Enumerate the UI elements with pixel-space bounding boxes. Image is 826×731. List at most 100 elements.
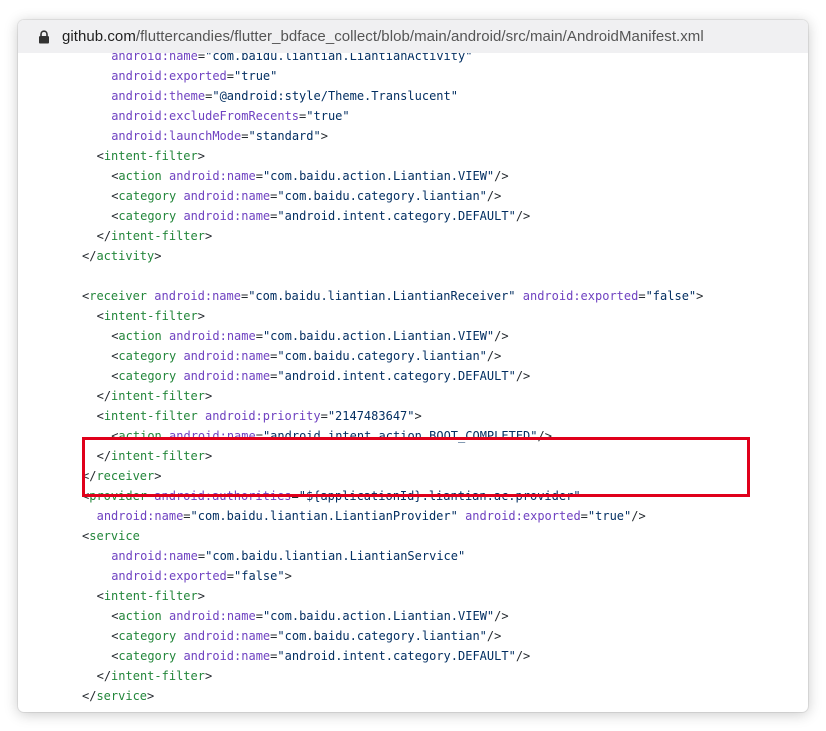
punctuation: /> [486, 349, 502, 363]
code-line: android:launchMode="standard"> [18, 126, 703, 146]
attribute-name: android:name [154, 289, 241, 303]
code-line: <action android:name="android.intent.act… [18, 426, 703, 446]
punctuation: </ [96, 389, 112, 403]
code-line: <category android:name="android.intent.c… [18, 366, 703, 386]
code-line: <intent-filter> [18, 306, 703, 326]
attribute-name: android:name [111, 549, 198, 563]
code-line: </service> [18, 686, 703, 706]
punctuation: > [197, 309, 205, 323]
tag-name: activity [96, 249, 155, 263]
address-bar[interactable]: github.com/fluttercandies/flutter_bdface… [18, 20, 808, 53]
code-line: <action android:name="com.baidu.action.L… [18, 606, 703, 626]
attribute-name: android:name [169, 429, 256, 443]
tag-name: category [118, 189, 177, 203]
lock-icon [39, 30, 49, 44]
attribute-name: android:name [183, 349, 271, 363]
attribute-name: android:name [183, 369, 271, 383]
tag-name: action [118, 429, 162, 443]
attribute-name: android:exported [522, 289, 639, 303]
tag-name: category [118, 649, 177, 663]
attribute-name: android:exported [111, 569, 227, 583]
code-line: </intent-filter> [18, 226, 703, 246]
attribute-value: "true" [234, 69, 278, 83]
code-line: <intent-filter android:priority="2147483… [18, 406, 703, 426]
attribute-value: "standard" [248, 129, 321, 143]
attribute-name: android:exported [465, 509, 581, 523]
attribute-name: android:authorities [154, 489, 292, 503]
attribute-name: android:name [169, 609, 256, 623]
attribute-value: "com.baidu.action.Liantian.VIEW" [262, 609, 495, 623]
code-line: <category android:name="android.intent.c… [18, 646, 703, 666]
punctuation: < [96, 309, 104, 323]
code-line: <receiver android:name="com.baidu.lianti… [18, 286, 703, 306]
code-line: <category android:name="com.baidu.catego… [18, 346, 703, 366]
attribute-value: "com.baidu.action.Liantian.VIEW" [262, 329, 495, 343]
tag-name: action [118, 169, 162, 183]
url-path: /fluttercandies/flutter_bdface_collect/b… [135, 28, 704, 45]
attribute-name: android:name [96, 509, 184, 523]
punctuation: = [226, 569, 235, 583]
punctuation: = [226, 69, 235, 83]
punctuation: /> [486, 629, 502, 643]
punctuation: = [291, 489, 299, 503]
tag-name: intent-filter [111, 229, 205, 243]
punctuation: = [255, 429, 263, 443]
tag-name: category [118, 209, 177, 223]
attribute-value: "com.baidu.liantian.LiantianReceiver" [248, 289, 516, 303]
punctuation: = [638, 289, 646, 303]
url-host: github.com [62, 28, 136, 45]
tag-name: intent-filter [111, 449, 205, 463]
tag-name: intent-filter [103, 149, 198, 163]
code-line: </intent-filter> [18, 446, 703, 466]
punctuation: > [204, 389, 213, 403]
attribute-name: android:name [183, 189, 271, 203]
tag-name: receiver [96, 469, 155, 483]
attribute-value: "com.baidu.liantian.LiantianService" [205, 549, 466, 563]
punctuation [162, 169, 169, 183]
punctuation: > [197, 149, 205, 163]
code-line: android:name="com.baidu.liantian.Liantia… [18, 53, 703, 66]
punctuation: = [580, 509, 588, 523]
punctuation [162, 609, 169, 623]
punctuation: </ [82, 469, 97, 483]
punctuation: > [154, 469, 162, 483]
punctuation [162, 429, 169, 443]
punctuation: > [204, 229, 213, 243]
tag-name: receiver [89, 289, 148, 303]
browser-window: github.com/fluttercandies/flutter_bdface… [18, 20, 808, 712]
punctuation: /> [486, 189, 502, 203]
code-line: <service [18, 526, 703, 546]
punctuation: > [154, 249, 162, 263]
code-line: <action android:name="com.baidu.action.L… [18, 166, 703, 186]
attribute-name: android:priority [204, 409, 321, 423]
punctuation: < [96, 409, 104, 423]
punctuation: > [197, 589, 205, 603]
tag-name: intent-filter [111, 389, 205, 403]
attribute-name: android:name [111, 53, 198, 63]
url-text[interactable]: github.com/fluttercandies/flutter_bdface… [62, 28, 704, 45]
attribute-name: android:name [169, 329, 256, 343]
code-line: </receiver> [18, 466, 703, 486]
attribute-value: "true" [587, 509, 632, 523]
punctuation: </ [82, 689, 97, 703]
punctuation: > [204, 669, 213, 683]
attribute-value: "com.baidu.action.Liantian.VIEW" [262, 169, 495, 183]
attribute-value: "com.baidu.category.liantian" [277, 349, 487, 363]
code-line: <category android:name="com.baidu.catego… [18, 626, 703, 646]
punctuation: /> [494, 169, 509, 183]
attribute-value: "android.intent.action.BOOT_COMPLETED" [262, 429, 538, 443]
attribute-value: "android.intent.category.DEFAULT" [277, 209, 516, 223]
punctuation: = [183, 509, 191, 523]
punctuation: </ [96, 669, 112, 683]
punctuation: /> [537, 429, 552, 443]
attribute-value: "com.baidu.category.liantian" [277, 629, 487, 643]
code-line: </activity> [18, 246, 703, 266]
tag-name: category [118, 629, 177, 643]
punctuation: > [284, 569, 292, 583]
attribute-value: "true" [306, 109, 350, 123]
code-line: </intent-filter> [18, 666, 703, 686]
punctuation: /> [494, 329, 509, 343]
code-line: </intent-filter> [18, 386, 703, 406]
attribute-value: "android.intent.category.DEFAULT" [277, 369, 516, 383]
